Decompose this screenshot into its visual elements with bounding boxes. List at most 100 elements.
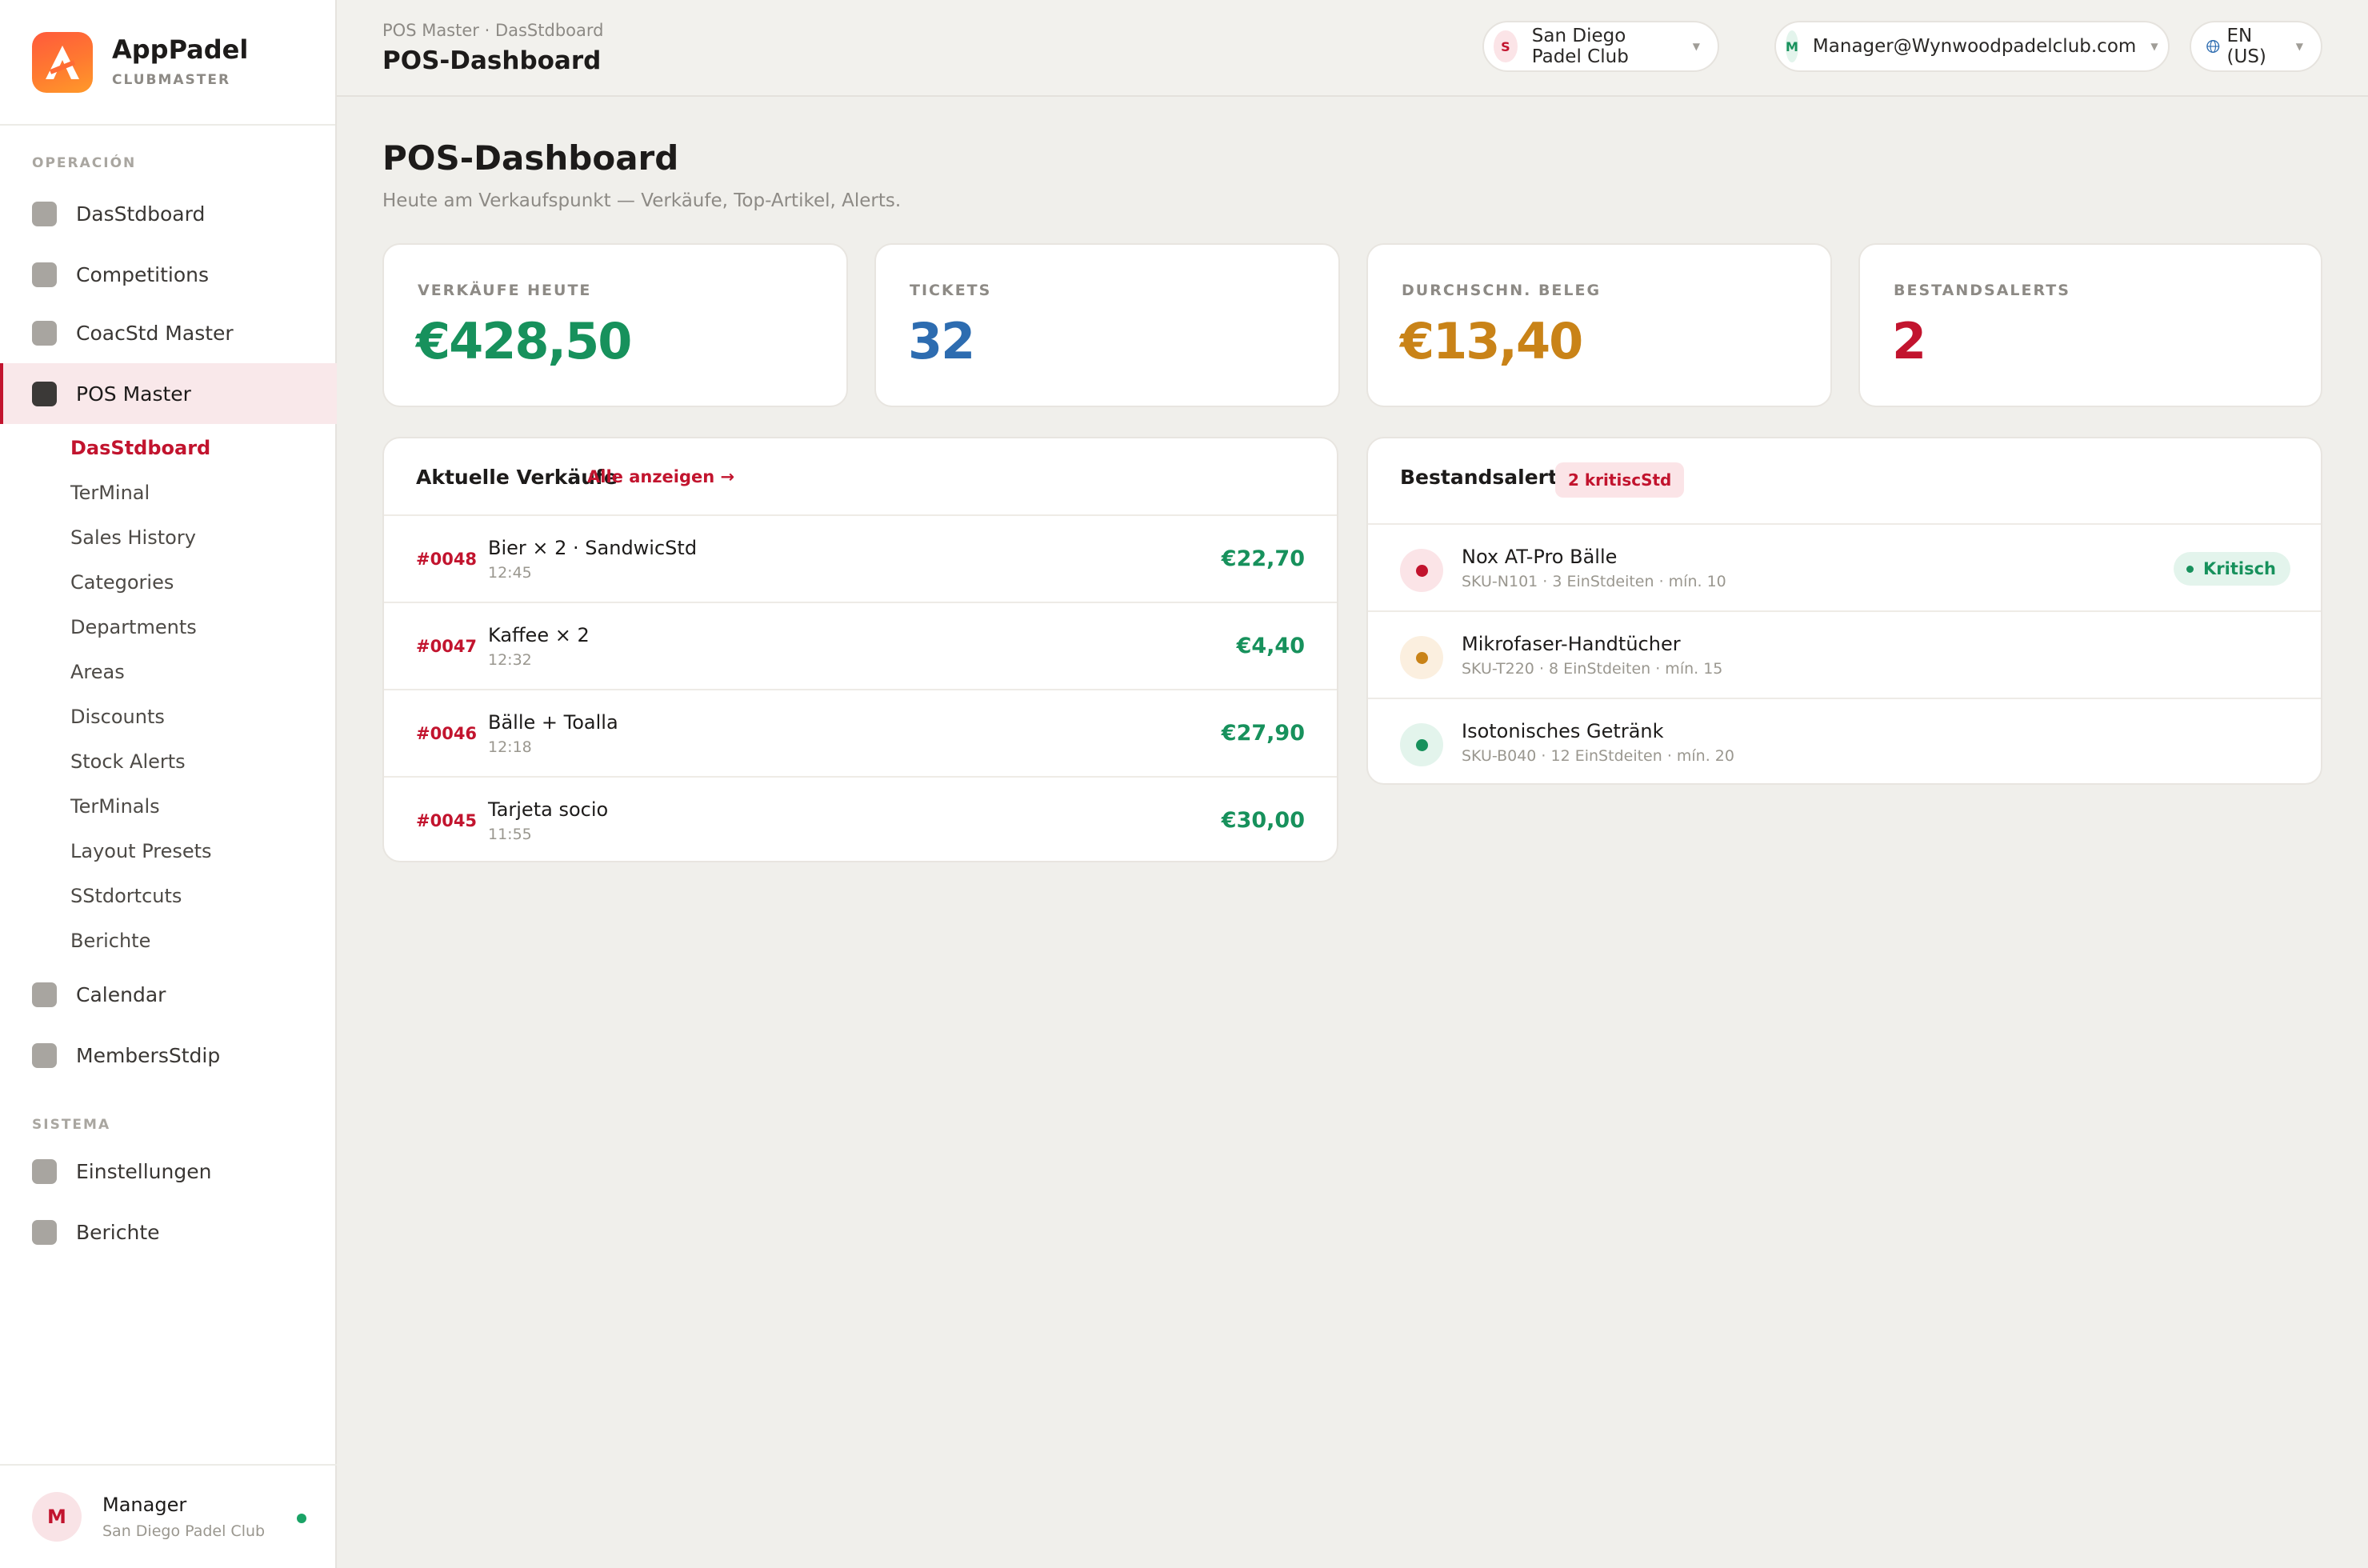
- order-time: 12:32: [488, 651, 532, 669]
- sidebar-subitem-shortcuts[interactable]: SStdortcuts: [70, 885, 182, 907]
- settings-icon: [32, 1158, 57, 1184]
- sidebar: AppPadel CLUBMASTER OPERACIÓN DasStdboar…: [0, 0, 337, 1568]
- sidebar-item-coach-master[interactable]: CoacStd Master: [0, 302, 337, 363]
- chevron-down-icon: ▼: [1692, 41, 1700, 52]
- app-logo-icon: [32, 31, 93, 93]
- table-row[interactable]: #0048 Bier × 2 · SandwicStd 12:45 €22,70: [384, 516, 1337, 603]
- calendar-icon: [32, 982, 57, 1007]
- order-number: #0048: [416, 550, 478, 569]
- status-badge-label: Kritisch: [2203, 559, 2276, 578]
- order-time: 12:45: [488, 564, 532, 582]
- stat-value: €428,50: [416, 312, 632, 370]
- alert-status-icon: [1400, 636, 1443, 679]
- sidebar-item-label: MembersStdip: [76, 1043, 221, 1067]
- order-amount: €4,40: [1236, 634, 1305, 658]
- user-name: Manager: [102, 1494, 187, 1516]
- sidebar-subitem-discounts[interactable]: Discounts: [70, 706, 165, 728]
- sidebar-item-label: CoacStd Master: [76, 321, 234, 345]
- card-title: Bestandsalerts: [1400, 466, 1570, 489]
- sidebar-item-label: POS Master: [76, 382, 191, 406]
- globe-icon: [2206, 39, 2220, 54]
- stock-alerts-card: Bestandsalerts 2 kritiscStd Nox AT-Pro B…: [1366, 437, 2322, 785]
- brand-subtitle: CLUBMASTER: [112, 72, 231, 89]
- list-item[interactable]: Nox AT-Pro Bälle SKU-N101 · 3 EinStdeite…: [1368, 525, 2321, 612]
- sidebar-subitem-terminal[interactable]: TerMinal: [70, 482, 150, 504]
- sidebar-subitem-categories[interactable]: Categories: [70, 571, 174, 594]
- stat-card-sales-today: VERKÄUFE HEUTE €428,50: [382, 243, 848, 407]
- recent-sales-card: Aktuelle Verkäufe Alle anzeigen → #0048 …: [382, 437, 1338, 862]
- brand-name: AppPadel: [112, 34, 249, 65]
- sidebar-item-settings[interactable]: Einstellungen: [0, 1141, 337, 1202]
- sidebar-subitem-stock-alerts[interactable]: Stock Alerts: [70, 750, 186, 773]
- page-subtitle: Heute am Verkaufspunkt — Verkäufe, Top-A…: [382, 190, 902, 211]
- sidebar-item-pos-master[interactable]: POS Master: [0, 363, 337, 424]
- sidebar-subitem-layout-presets[interactable]: Layout Presets: [70, 840, 212, 862]
- order-number: #0047: [416, 637, 478, 656]
- product-meta: SKU-N101 · 3 EinStdeiten · mín. 10: [1462, 573, 1726, 590]
- club-selector[interactable]: S San Diego Padel Club ▼: [1482, 21, 1719, 72]
- brand[interactable]: AppPadel CLUBMASTER: [0, 0, 335, 126]
- order-number: #0046: [416, 724, 478, 743]
- sidebar-subitem-departments[interactable]: Departments: [70, 616, 197, 638]
- product-meta: SKU-B040 · 12 EinStdeiten · mín. 20: [1462, 747, 1734, 765]
- order-time: 12:18: [488, 738, 532, 756]
- order-number: #0045: [416, 811, 478, 830]
- sidebar-item-label: Einstellungen: [76, 1159, 212, 1183]
- sidebar-item-label: Berichte: [76, 1220, 160, 1244]
- sidebar-item-label: Competitions: [76, 262, 210, 286]
- club-selector-label: San Diego Padel Club: [1531, 26, 1629, 67]
- status-dot-icon: [2186, 565, 2194, 573]
- product-name: Nox AT-Pro Bälle: [1462, 546, 1618, 568]
- stat-card-avg-receipt: DURCHSCHN. BELEG €13,40: [1366, 243, 1832, 407]
- competitions-icon: [32, 262, 57, 287]
- card-header: Bestandsalerts 2 kritiscStd: [1368, 438, 2321, 525]
- alert-status-icon: [1400, 723, 1443, 766]
- product-name: Mikrofaser-Handtücher: [1462, 633, 1681, 655]
- sidebar-subitem-berichte[interactable]: Berichte: [70, 930, 150, 952]
- dashboard-icon: [32, 201, 57, 226]
- sidebar-item-label: DasStdboard: [76, 202, 206, 226]
- account-avatar: M: [1786, 30, 1798, 62]
- sidebar-item-membership[interactable]: MembersStdip: [0, 1025, 337, 1086]
- order-description: Tarjeta socio: [488, 798, 609, 821]
- language-selector[interactable]: EN (US) ▼: [2190, 21, 2322, 72]
- order-description: Kaffee × 2: [488, 624, 590, 646]
- show-all-link[interactable]: Alle anzeigen →: [587, 467, 734, 486]
- stat-card-tickets: TICKETS 32: [874, 243, 1340, 407]
- topbar-title: POS-Dashboard: [382, 46, 602, 75]
- sidebar-item-calendar[interactable]: Calendar: [0, 964, 337, 1025]
- user-profile[interactable]: M Manager San Diego Padel Club: [0, 1464, 337, 1568]
- stat-label: DURCHSCHN. BELEG: [1402, 282, 1602, 299]
- user-club: San Diego Padel Club: [102, 1522, 266, 1540]
- card-header: Aktuelle Verkäufe Alle anzeigen →: [384, 438, 1337, 516]
- critical-count-badge: 2 kritiscStd: [1555, 462, 1685, 498]
- coach-icon: [32, 320, 57, 346]
- list-item[interactable]: Mikrofaser-Handtücher SKU-T220 · 8 EinSt…: [1368, 612, 2321, 699]
- breadcrumb: POS Master · DasStdboard: [382, 21, 604, 40]
- account-selector[interactable]: M Manager@Wynwoodpadelclub.com ▼: [1774, 21, 2170, 72]
- sidebar-subitem-sales-history[interactable]: Sales History: [70, 526, 196, 549]
- sidebar-item-reports[interactable]: Berichte: [0, 1202, 337, 1262]
- sidebar-item-dashboard[interactable]: DasStdboard: [0, 183, 337, 244]
- sidebar-item-competitions[interactable]: Competitions: [0, 244, 337, 305]
- club-avatar: S: [1494, 30, 1518, 62]
- list-item[interactable]: Isotonisches Getränk SKU-B040 · 12 EinSt…: [1368, 699, 2321, 783]
- order-time: 11:55: [488, 826, 532, 843]
- table-row[interactable]: #0045 Tarjeta socio 11:55 €30,00: [384, 778, 1337, 861]
- sidebar-subitem-areas[interactable]: Areas: [70, 661, 125, 683]
- sidebar-subitem-dashboard[interactable]: DasStdboard: [70, 437, 210, 459]
- reports-icon: [32, 1219, 57, 1245]
- chevron-down-icon: ▼: [2150, 41, 2158, 52]
- stat-value: 2: [1892, 312, 1926, 370]
- status-badge: Kritisch: [2174, 552, 2290, 586]
- language-label: EN (US): [2226, 26, 2266, 67]
- sidebar-subitem-terminals[interactable]: TerMinals: [70, 795, 160, 818]
- order-description: Bier × 2 · SandwicStd: [488, 537, 698, 559]
- pos-icon: [32, 381, 57, 406]
- avatar: M: [32, 1492, 82, 1542]
- section-title-operacion: OPERACIÓN: [32, 155, 137, 171]
- topbar: POS Master · DasStdboard POS-Dashboard S…: [337, 0, 2368, 97]
- table-row[interactable]: #0046 Bälle + Toalla 12:18 €27,90: [384, 690, 1337, 778]
- product-meta: SKU-T220 · 8 EinStdeiten · mín. 15: [1462, 660, 1723, 678]
- table-row[interactable]: #0047 Kaffee × 2 12:32 €4,40: [384, 603, 1337, 690]
